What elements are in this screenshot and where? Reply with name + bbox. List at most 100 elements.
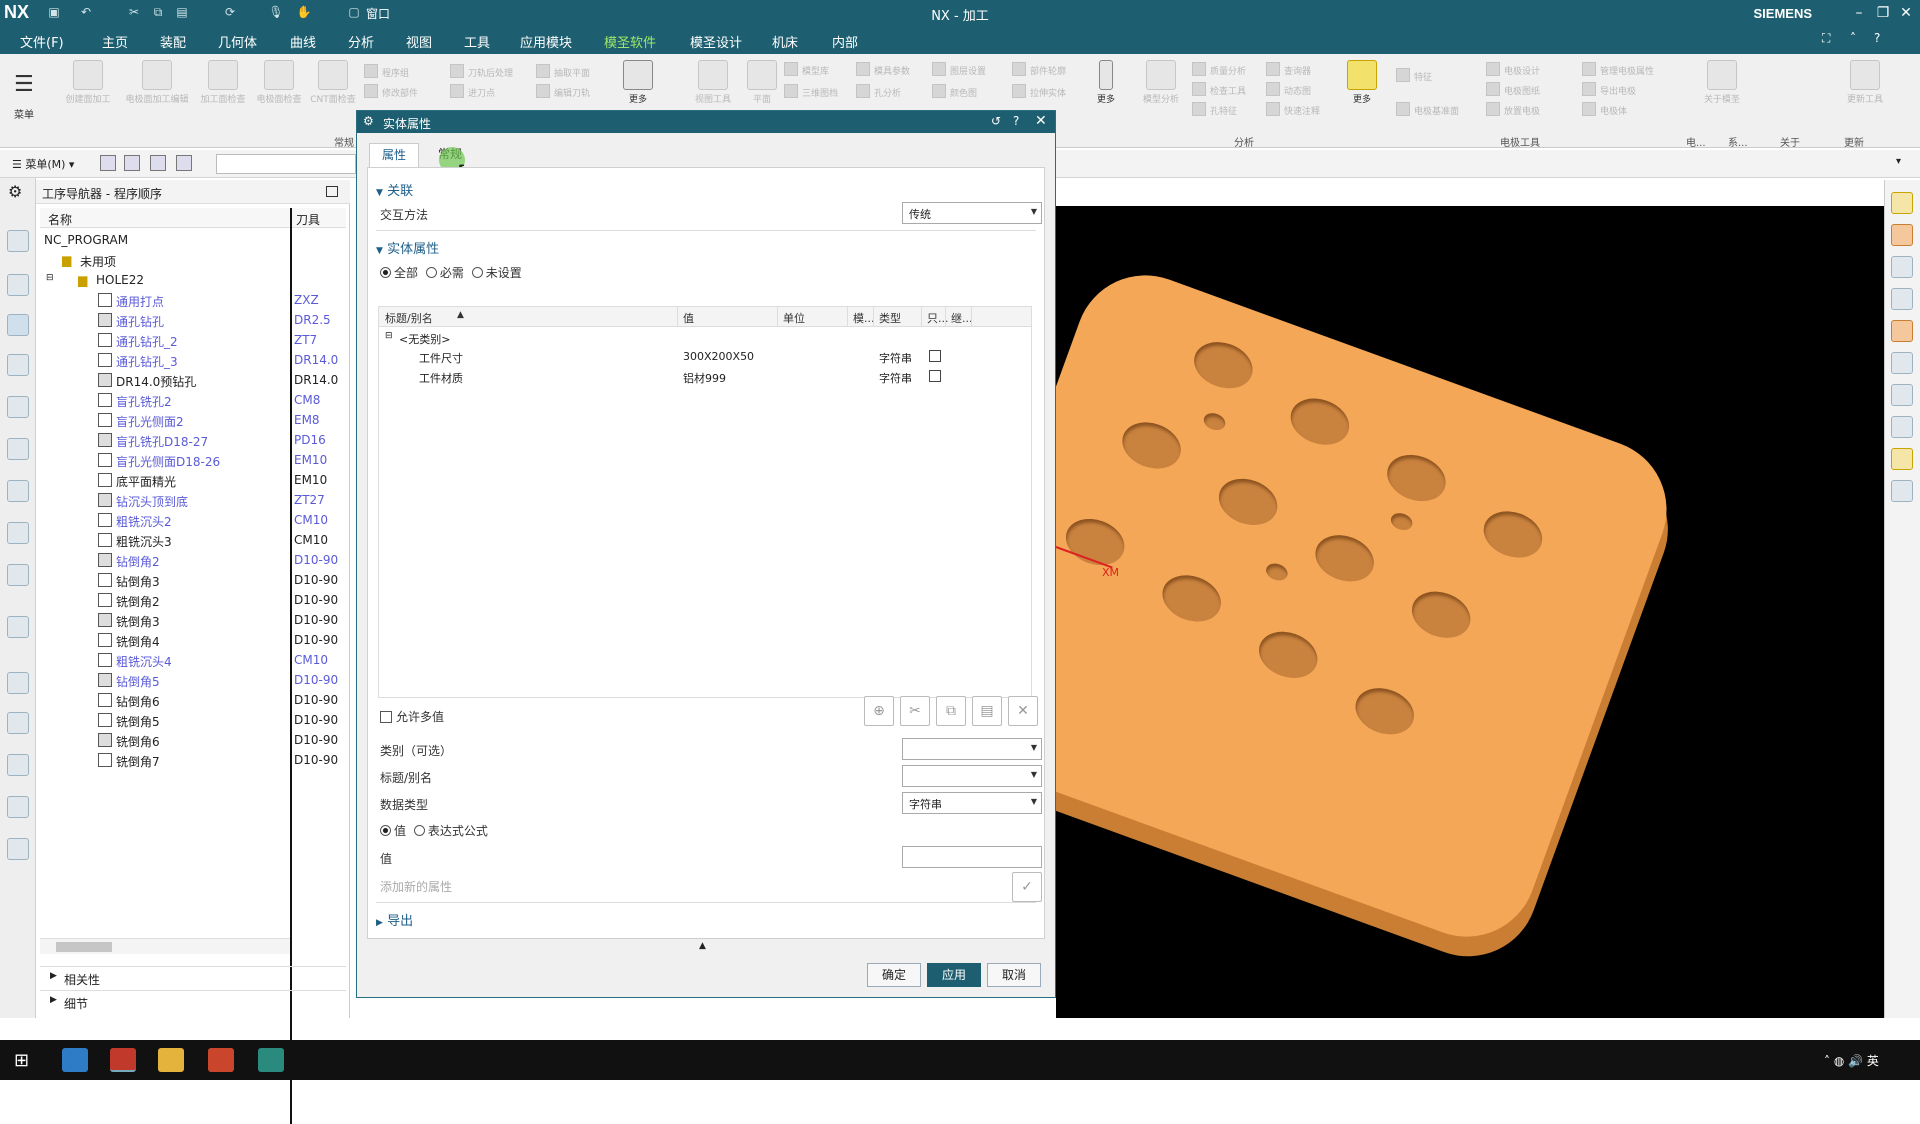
value-input[interactable] [902, 846, 1042, 868]
layer-icon[interactable] [1891, 256, 1913, 278]
operation-row[interactable]: 铣倒角5 D10-90 [40, 710, 346, 730]
col-type[interactable]: 类型 [879, 310, 901, 326]
ribbon-small-tool[interactable]: 检查工具 [1192, 82, 1246, 97]
operation-row[interactable]: 盲孔光侧面D18-26 EM10 [40, 450, 346, 470]
operation-row[interactable]: 通孔钻孔_2 ZT7 [40, 330, 346, 350]
section-association[interactable]: ▼ 关联 [376, 180, 413, 199]
radio-unset[interactable]: 未设置 [471, 266, 522, 280]
tray-icons[interactable]: ˄ ◍ 🔊 英 [1824, 1052, 1879, 1069]
tree-unused-items[interactable]: ▆ 未用项 [40, 250, 346, 270]
ribbon-small-tool[interactable]: 孔特征 [1192, 102, 1237, 117]
menu-analysis[interactable]: 分析 [348, 32, 374, 51]
collapse-ribbon-icon[interactable]: ˄ [1850, 31, 1856, 45]
ribbon-small-tool[interactable]: 孔分析 [856, 84, 901, 99]
details-panel[interactable]: ▶ 细节 [40, 990, 346, 1012]
ribbon-menu-label[interactable]: 菜单 [14, 106, 34, 121]
menu-assembly[interactable]: 装配 [160, 32, 186, 51]
web-browser-icon[interactable] [7, 616, 29, 638]
workpiece-plate[interactable] [1056, 255, 1687, 957]
color-icon[interactable] [1891, 320, 1913, 342]
help-icon[interactable]: ? [1874, 31, 1880, 45]
col-mode[interactable]: 模... [853, 310, 875, 326]
ribbon-small-tool[interactable]: 管理电极属性 [1582, 62, 1654, 77]
ribbon-small-tool[interactable]: 动态图 [1266, 82, 1311, 97]
menu-home[interactable]: 主页 [102, 32, 128, 51]
ribbon-small-tool[interactable]: 查询器 [1266, 62, 1311, 77]
operation-row[interactable]: 粗铣沉头3 CM10 [40, 530, 346, 550]
assembly-navigator-icon[interactable] [7, 274, 29, 296]
ribbon-button-about[interactable]: 关于模圣 [1700, 60, 1744, 105]
app-icon[interactable] [258, 1048, 284, 1072]
section-solid-properties[interactable]: ▼ 实体属性 [376, 238, 439, 257]
collapse-up-icon[interactable]: ▲ [699, 941, 706, 951]
menu-tools[interactable]: 工具 [464, 32, 490, 51]
ribbon-button-update[interactable]: 更新工具 [1840, 60, 1890, 105]
ribbon-small-tool[interactable]: 颜色图 [932, 84, 977, 99]
column-tool[interactable]: 刀具 [296, 211, 320, 228]
powerpoint-icon[interactable] [208, 1048, 234, 1072]
ribbon-more-button-3[interactable]: 更多 [1340, 60, 1384, 105]
dialog-title-bar[interactable]: ⚙ 实体属性 ↺ ? ✕ [357, 111, 1055, 133]
ribbon-small-tool[interactable]: 电极图纸 [1486, 82, 1540, 97]
operation-row[interactable]: 粗铣沉头4 CM10 [40, 650, 346, 670]
delete-icon[interactable]: ✕ [1008, 696, 1038, 726]
filter-icon[interactable] [100, 155, 116, 171]
radio-expression[interactable]: 表达式公式 [413, 824, 488, 838]
ribbon-small-tool[interactable]: 程序组 [364, 64, 409, 79]
view-tool-icon[interactable] [1891, 192, 1913, 214]
apply-button[interactable]: 应用 [927, 963, 981, 987]
ok-button[interactable]: 确定 [867, 963, 921, 987]
interaction-method-select[interactable]: 传统 [902, 202, 1042, 224]
dependencies-panel[interactable]: ▶ 相关性 [40, 966, 346, 988]
ribbon-button-model-analysis[interactable]: 模型分析 [1136, 60, 1186, 105]
operation-row[interactable]: 铣倒角3 D10-90 [40, 610, 346, 630]
settings-gear-icon[interactable]: ⚙ [8, 182, 22, 201]
copy-icon[interactable]: ⧉ [936, 696, 966, 726]
save-icon[interactable] [929, 350, 941, 362]
radio-required[interactable]: 必需 [425, 266, 464, 280]
ribbon-small-tool[interactable]: 三维图档 [784, 84, 838, 99]
wcs-icon[interactable] [1891, 352, 1913, 374]
allow-multi-checkbox[interactable]: 允许多值 [380, 708, 444, 725]
roles-icon[interactable] [7, 754, 29, 776]
section-export[interactable]: ▶ 导出 [376, 910, 413, 929]
collapse-icon[interactable]: ⊟ [385, 331, 393, 341]
render-style-icon[interactable] [1891, 224, 1913, 246]
ribbon-small-tool[interactable]: 放置电极 [1486, 102, 1540, 117]
property-row[interactable]: 工件材质 铝材999 字符串 [379, 367, 1031, 387]
operation-row[interactable]: 粗铣沉头2 CM10 [40, 510, 346, 530]
ribbon-small-tool[interactable]: 特征 [1396, 68, 1432, 83]
radio-all[interactable]: 全部 [380, 266, 418, 280]
scrollbar-thumb[interactable] [56, 942, 112, 952]
checkmark-icon[interactable]: ✓ [1012, 872, 1042, 902]
close-icon[interactable]: ✕ [1035, 113, 1047, 129]
operation-row[interactable]: 铣倒角4 D10-90 [40, 630, 346, 650]
system-scenes-icon[interactable] [7, 796, 29, 818]
selection-filter-input[interactable] [216, 154, 356, 174]
visibility-icon[interactable] [1891, 416, 1913, 438]
ribbon-button-face-check[interactable]: 加工面检查 [196, 60, 250, 105]
feature-navigator-icon[interactable] [7, 396, 29, 418]
ribbon-button-electrode-machining[interactable]: 电极面加工编辑 [122, 60, 192, 105]
part-library-icon[interactable] [7, 564, 29, 586]
menu-applications[interactable]: 应用模块 [520, 32, 572, 51]
col-title[interactable]: 标题/别名 [385, 310, 433, 326]
radio-value[interactable]: 值 [380, 824, 406, 838]
menu-view[interactable]: 视图 [406, 32, 432, 51]
new-property-icon[interactable]: ⊕ [864, 696, 894, 726]
tab-properties[interactable]: 属性 [369, 143, 419, 167]
ribbon-small-tool[interactable]: 模具参数 [856, 62, 910, 77]
operation-row[interactable]: 钻倒角3 D10-90 [40, 570, 346, 590]
operation-row[interactable]: 盲孔铣孔2 CM8 [40, 390, 346, 410]
part-navigator-icon[interactable] [7, 230, 29, 252]
ribbon-small-tool[interactable]: 模型库 [784, 62, 829, 77]
cut-icon[interactable]: ✂ [900, 696, 930, 726]
title-select[interactable] [902, 765, 1042, 787]
ribbon-small-tool[interactable]: 部件轮廓 [1012, 62, 1066, 77]
reset-icon[interactable]: ↺ [991, 114, 1001, 128]
menu-machine-tool[interactable]: 机床 [772, 32, 798, 51]
col-unit[interactable]: 单位 [783, 310, 805, 326]
tree-root[interactable]: NC_PROGRAM [40, 230, 346, 250]
operation-row[interactable]: 铣倒角6 D10-90 [40, 730, 346, 750]
operation-row[interactable]: 盲孔铣孔D18-27 PD16 [40, 430, 346, 450]
